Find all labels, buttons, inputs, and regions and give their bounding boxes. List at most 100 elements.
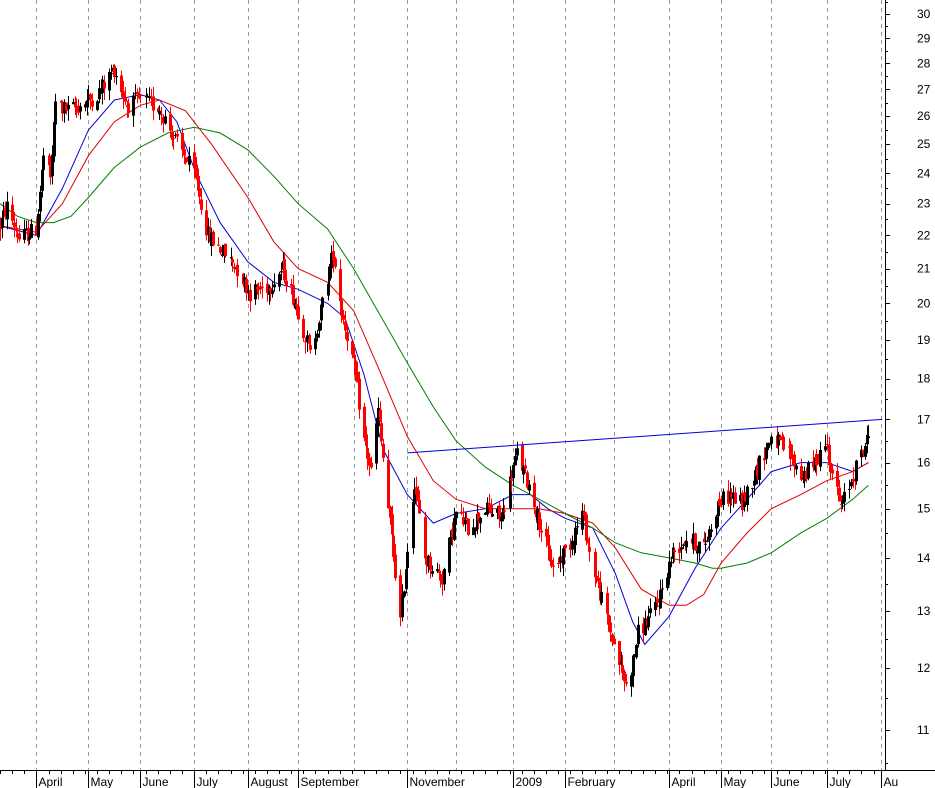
price-bar bbox=[472, 518, 475, 536]
price-bar bbox=[649, 598, 652, 618]
y-tick-label: 19 bbox=[917, 333, 931, 347]
price-bar bbox=[259, 281, 262, 295]
price-bar bbox=[512, 462, 515, 487]
price-bar bbox=[23, 219, 26, 244]
price-bar bbox=[152, 87, 155, 121]
x-tick-label: April bbox=[672, 775, 696, 788]
price-bar bbox=[581, 503, 584, 535]
price-bar bbox=[113, 64, 116, 83]
trendline bbox=[407, 418, 883, 454]
price-bar bbox=[479, 516, 482, 533]
y-tick-label: 13 bbox=[917, 604, 931, 618]
price-bar bbox=[96, 99, 99, 112]
price-bar bbox=[718, 491, 721, 506]
price-bar bbox=[694, 532, 697, 551]
y-tick-label: 27 bbox=[917, 82, 931, 96]
price-bar bbox=[746, 484, 749, 512]
price-bar bbox=[236, 258, 239, 288]
price-bar bbox=[67, 95, 70, 121]
price-bar bbox=[782, 434, 785, 452]
price-bar bbox=[793, 450, 796, 478]
price-chart: 11 12 13 14 15 16 17 18 19 20 21 22 23 24 25 26 27 28 29 30… bbox=[0, 0, 935, 788]
price-bar bbox=[824, 434, 827, 453]
price-bar bbox=[618, 640, 621, 675]
y-tick-label: 23 bbox=[917, 197, 931, 211]
price-bar bbox=[224, 243, 227, 258]
price-bar bbox=[212, 230, 215, 247]
price-bar bbox=[680, 536, 683, 560]
price-bar bbox=[860, 445, 863, 467]
y-tick-label: 12 bbox=[917, 661, 931, 675]
price-bar bbox=[219, 246, 222, 255]
y-tick-label: 24 bbox=[917, 166, 931, 180]
price-bar bbox=[715, 514, 718, 536]
price-bar bbox=[42, 147, 45, 174]
price-bar bbox=[261, 276, 264, 299]
price-bar bbox=[770, 434, 773, 450]
x-tick-label: July bbox=[197, 775, 218, 788]
y-tick-label: 28 bbox=[917, 56, 931, 70]
price-bar bbox=[424, 511, 427, 559]
price-bar bbox=[498, 502, 501, 528]
price-bar bbox=[30, 219, 33, 239]
y-tick-label: 20 bbox=[917, 296, 931, 310]
y-tick-label: 18 bbox=[917, 372, 931, 386]
trendline-layer bbox=[407, 418, 883, 454]
y-tick-label: 21 bbox=[917, 262, 931, 276]
y-tick-label: 26 bbox=[917, 109, 931, 123]
price-bar bbox=[6, 191, 9, 230]
y-tick-label: 29 bbox=[917, 31, 931, 45]
price-bar bbox=[79, 102, 82, 120]
price-bar bbox=[148, 87, 151, 102]
moving-average-line bbox=[0, 99, 869, 606]
price-bar bbox=[635, 644, 638, 659]
price-bar bbox=[448, 537, 451, 576]
price-bar bbox=[758, 455, 761, 486]
price-bar bbox=[205, 200, 208, 241]
x-tick-label: August bbox=[251, 775, 289, 788]
moving-average-line bbox=[0, 126, 869, 569]
y-tick-label: 11 bbox=[917, 723, 930, 737]
price-bar bbox=[132, 92, 135, 127]
y-tick-label: 17 bbox=[917, 412, 931, 426]
price-bar bbox=[623, 669, 626, 692]
price-bar bbox=[297, 296, 300, 320]
x-tick-label: April bbox=[39, 775, 63, 788]
price-bar bbox=[800, 458, 803, 482]
y-tick-label: 22 bbox=[917, 228, 931, 242]
y-tick-label: 15 bbox=[917, 502, 931, 516]
price-bar bbox=[443, 567, 446, 591]
price-bar bbox=[382, 438, 385, 462]
x-tick-label: June bbox=[774, 775, 800, 788]
price-bar bbox=[292, 274, 295, 307]
x-tick-label: July bbox=[830, 775, 851, 788]
price-bar bbox=[11, 196, 14, 226]
price-bar bbox=[698, 541, 701, 561]
price-bar bbox=[467, 518, 470, 536]
price-bar bbox=[37, 209, 40, 240]
price-bar bbox=[460, 503, 463, 516]
x-tick-label: May bbox=[91, 775, 114, 788]
price-bar bbox=[387, 449, 390, 509]
x-tick-label: May bbox=[724, 775, 747, 788]
x-tick-label: September bbox=[301, 775, 360, 788]
moving-average-lines bbox=[0, 94, 869, 646]
x-tick-label: Au bbox=[884, 775, 899, 788]
price-bar bbox=[659, 579, 662, 609]
y-tick-label: 14 bbox=[917, 551, 931, 565]
price-bar bbox=[637, 616, 640, 648]
price-bar bbox=[164, 109, 167, 125]
price-bar bbox=[103, 75, 106, 100]
price-bar bbox=[101, 75, 104, 105]
price-bar bbox=[302, 314, 305, 342]
price-bar bbox=[249, 283, 252, 312]
price-bar bbox=[145, 88, 148, 109]
x-tick-label: June bbox=[143, 775, 169, 788]
price-bar bbox=[819, 441, 822, 472]
price-bar bbox=[72, 98, 75, 105]
y-tick-label: 16 bbox=[917, 456, 931, 470]
moving-average-line bbox=[0, 94, 869, 646]
price-bar bbox=[864, 443, 867, 460]
y-tick-label: 25 bbox=[917, 137, 931, 151]
price-bar bbox=[777, 431, 780, 456]
